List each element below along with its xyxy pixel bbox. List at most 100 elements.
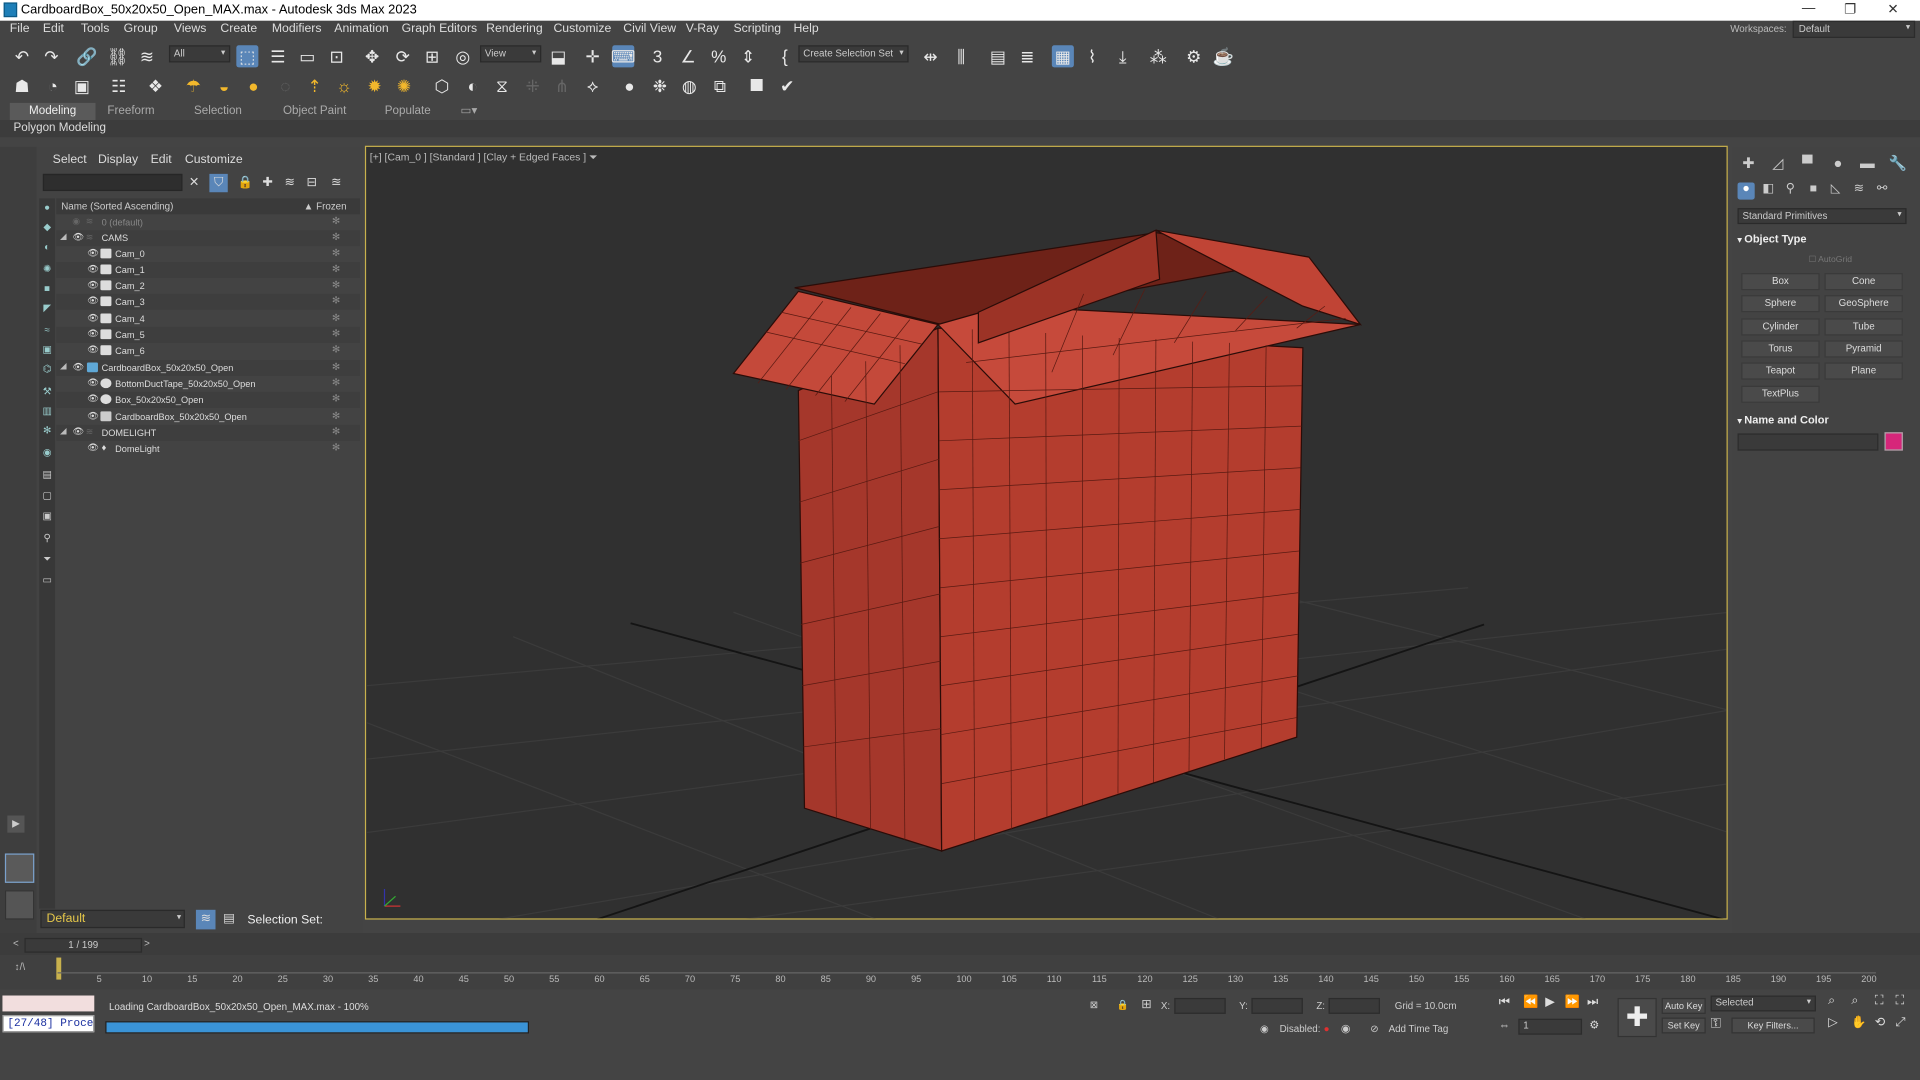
freeze-icon[interactable]: ✻ bbox=[332, 263, 340, 274]
selection-filter-dropdown[interactable]: All ▾ bbox=[168, 45, 231, 63]
menu-rendering[interactable]: Rendering bbox=[486, 22, 543, 35]
list-item[interactable]: 👁 Cam_0 ✻ bbox=[56, 246, 360, 262]
render-elements-icon[interactable]: ❖ bbox=[144, 75, 166, 97]
list-item[interactable]: ◢ 👁 CardboardBox_50x20x50_Open ✻ bbox=[56, 360, 360, 376]
edit-named-selection-icon[interactable]: { bbox=[774, 45, 796, 67]
toggle-ribbon-icon[interactable]: ▦ bbox=[1051, 45, 1074, 68]
select-object-icon[interactable]: ⬚ bbox=[236, 45, 259, 68]
visibility-icon[interactable]: 👁 bbox=[87, 410, 99, 421]
angle-snap-icon[interactable]: ∠ bbox=[677, 45, 699, 67]
disabled-toggle-icon[interactable]: ◉ bbox=[1341, 1022, 1351, 1035]
camera-icon[interactable]: ▣ bbox=[71, 75, 93, 97]
box-button[interactable]: Box bbox=[1741, 273, 1820, 291]
named-selection-set-dropdown[interactable]: Create Selection Set ▾ bbox=[798, 45, 909, 63]
schematic-view-icon[interactable]: ⤓ bbox=[1112, 45, 1134, 67]
all-on-icon[interactable]: ▤ bbox=[40, 468, 53, 481]
render-frame-icon[interactable]: ☕ bbox=[1212, 45, 1234, 67]
menu-file[interactable]: File bbox=[10, 22, 30, 35]
select-and-link-icon[interactable]: 🔗 bbox=[76, 45, 98, 67]
object-category-dropdown[interactable]: Standard Primitives ▾ bbox=[1737, 208, 1907, 225]
material-sphere-icon[interactable]: ● bbox=[618, 75, 640, 97]
list-item[interactable]: 👁 Cam_2 ✻ bbox=[56, 278, 360, 294]
viewport-layout-active[interactable] bbox=[4, 853, 35, 883]
y-coord-field[interactable] bbox=[1251, 997, 1303, 1014]
place-icon[interactable]: ◎ bbox=[452, 45, 474, 67]
menu-views[interactable]: Views bbox=[174, 22, 206, 35]
render-icon[interactable]: ◔ bbox=[42, 75, 64, 97]
list-item[interactable]: 👁 Cam_1 ✻ bbox=[56, 262, 360, 278]
collapse-icon[interactable]: ◢ bbox=[60, 361, 67, 371]
redo-icon[interactable]: ↷ bbox=[40, 45, 62, 67]
key-mode-icon[interactable]: ⇔ bbox=[1499, 1019, 1510, 1031]
sun-icon[interactable]: ✹ bbox=[364, 75, 386, 97]
ies-light-icon[interactable]: ☼ bbox=[333, 75, 355, 97]
sx-menu-select[interactable]: Select bbox=[53, 153, 87, 166]
geometry-filter-icon[interactable]: ◆ bbox=[40, 220, 53, 233]
time-slider-prev[interactable]: < bbox=[10, 938, 22, 953]
hierarchy-tab-icon[interactable]: ▀ bbox=[1798, 154, 1818, 172]
rectangular-selection-icon[interactable]: ▭ bbox=[296, 45, 318, 67]
tab-object-paint[interactable]: Object Paint bbox=[272, 103, 358, 120]
folder-icon[interactable]: ▭ bbox=[40, 573, 53, 586]
key-filters-button[interactable]: Key Filters... bbox=[1731, 1017, 1815, 1034]
teapot-button[interactable]: Teapot bbox=[1741, 362, 1820, 380]
textplus-button[interactable]: TextPlus bbox=[1741, 385, 1820, 403]
ribbon-polygon-modeling[interactable]: Polygon Modeling bbox=[0, 120, 1920, 138]
sphere-light-icon[interactable]: ● bbox=[242, 75, 264, 97]
track-bar[interactable]: ↕/\ 5 10 15 20 25 30 35 40 45 50 55 60 65 70 75 80 85 90 9… bbox=[0, 955, 1920, 990]
vfb-icon[interactable]: ⯀ bbox=[746, 75, 768, 97]
next-frame-icon[interactable]: ⏩ bbox=[1565, 996, 1580, 1009]
freeze-icon[interactable]: ✻ bbox=[332, 361, 340, 372]
light-icon[interactable]: ☂ bbox=[182, 75, 204, 97]
freeze-icon[interactable]: ✻ bbox=[332, 442, 340, 453]
create-tab-icon[interactable]: ✚ bbox=[1739, 154, 1759, 172]
play-icon[interactable]: ▶ bbox=[1545, 996, 1554, 1009]
lock-icon[interactable]: 🔒 bbox=[236, 174, 254, 192]
maxscript-output[interactable]: [27/48] Proces bbox=[2, 1015, 95, 1033]
pyramid-button[interactable]: Pyramid bbox=[1824, 340, 1903, 358]
freeze-icon[interactable]: ✻ bbox=[332, 426, 340, 437]
viewport-canvas[interactable] bbox=[366, 147, 1728, 920]
list-item[interactable]: 👁 Cam_5 ✻ bbox=[56, 326, 360, 343]
visibility-icon[interactable]: 👁 bbox=[87, 393, 99, 404]
menu-group[interactable]: Group bbox=[124, 22, 158, 35]
curve-editor-icon[interactable]: ⌇ bbox=[1081, 45, 1103, 67]
column-frozen-header[interactable]: ▲ Frozen bbox=[304, 201, 347, 212]
list-item[interactable]: 👁 Cam_6 ✻ bbox=[56, 343, 360, 359]
funnel-icon[interactable]: ⏷ bbox=[40, 552, 53, 565]
systems-category-icon[interactable]: ⚯ bbox=[1873, 182, 1890, 199]
layer-explorer-icon[interactable]: ≋ bbox=[195, 909, 216, 930]
render-setup-icon[interactable]: ⚙ bbox=[1183, 45, 1205, 67]
go-to-start-icon[interactable]: ⏮ bbox=[1499, 996, 1510, 1009]
freeze-icon[interactable]: ✻ bbox=[332, 344, 340, 355]
helpers-category-icon[interactable]: ◺ bbox=[1827, 182, 1844, 199]
freeze-icon[interactable]: ✻ bbox=[332, 247, 340, 258]
object-name-field[interactable] bbox=[1737, 433, 1879, 451]
containers-filter-icon[interactable]: ▥ bbox=[40, 404, 53, 417]
lights-filter-icon[interactable]: ✺ bbox=[40, 262, 53, 275]
shapes-category-icon[interactable]: ◧ bbox=[1760, 182, 1777, 199]
hierarchy-icon[interactable]: ⊟ bbox=[302, 174, 320, 192]
expand-icon[interactable]: ▶ bbox=[7, 815, 25, 833]
viewport-label-menu[interactable]: [+] [Cam_0 ] [Standard ] [Clay + Edged F… bbox=[370, 151, 598, 164]
list-item[interactable]: ◢ 👁 ≋ CAMS ✻ bbox=[56, 230, 360, 247]
utilities-tab-icon[interactable]: 🔧 bbox=[1888, 154, 1908, 172]
set-key-button[interactable]: Set Key bbox=[1661, 1017, 1706, 1034]
display-all-icon[interactable]: ● bbox=[40, 201, 53, 214]
track-bar-menu-icon[interactable]: ↕/\ bbox=[15, 961, 25, 972]
visibility-icon[interactable]: 👁 bbox=[87, 312, 99, 323]
restore-icon[interactable]: ❐ bbox=[1832, 1, 1869, 17]
freeze-icon[interactable]: ✻ bbox=[332, 295, 340, 306]
menu-create[interactable]: Create bbox=[220, 22, 257, 35]
object-color-swatch[interactable] bbox=[1884, 432, 1903, 451]
maximize-viewport-icon[interactable]: ⤢ bbox=[1896, 1016, 1906, 1029]
reference-coordinate-dropdown[interactable]: View ▾ bbox=[480, 45, 542, 63]
visibility-icon[interactable]: 👁 bbox=[87, 377, 99, 388]
viewport-filter-icon[interactable]: ⏷ bbox=[589, 151, 597, 163]
spacewarps-category-icon[interactable]: ≋ bbox=[1850, 182, 1867, 199]
lights-category-icon[interactable]: ⚲ bbox=[1782, 182, 1799, 199]
name-and-color-rollout[interactable]: ▾ Name and Color bbox=[1738, 414, 1907, 430]
cylinder-button[interactable]: Cylinder bbox=[1741, 318, 1820, 336]
freeze-icon[interactable]: ✻ bbox=[332, 216, 340, 227]
time-slider-next[interactable]: > bbox=[141, 938, 153, 953]
